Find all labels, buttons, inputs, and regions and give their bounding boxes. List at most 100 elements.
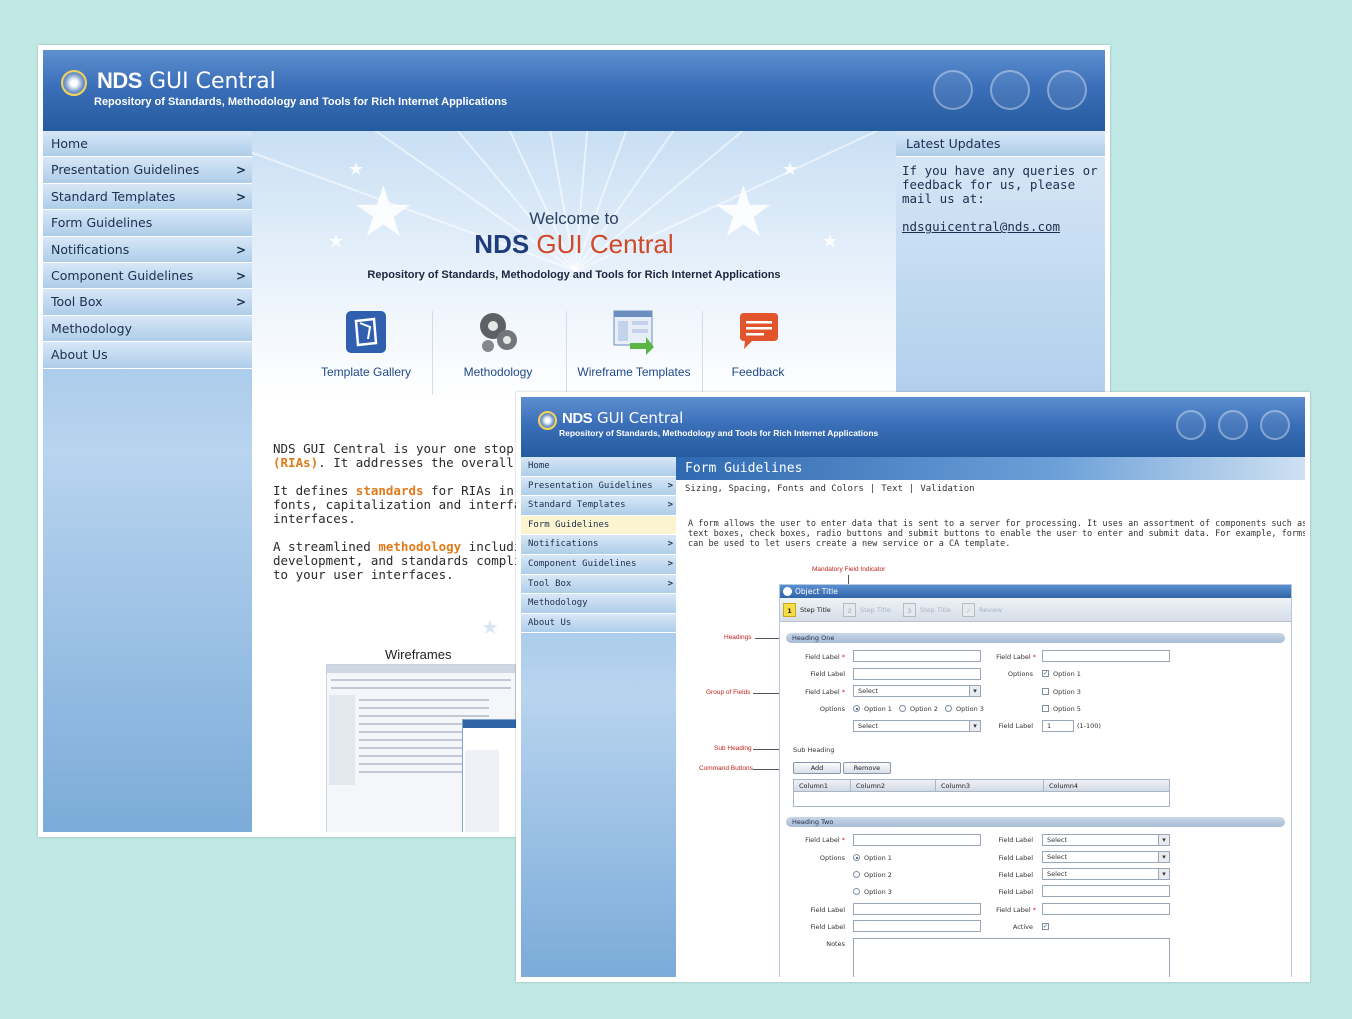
- sidebar-item-tool-box[interactable]: Tool Box >: [521, 574, 676, 595]
- chevron-right-icon: >: [667, 539, 673, 550]
- chevron-right-icon: >: [235, 268, 246, 283]
- nds-logo-icon[interactable]: [538, 411, 557, 430]
- sidebar-item-label: Home: [528, 461, 550, 471]
- subnav-text-link[interactable]: Text: [881, 484, 903, 494]
- text-field[interactable]: [853, 903, 981, 915]
- sidebar-item-presentation-guidelines[interactable]: Presentation Guidelines >: [521, 476, 676, 497]
- wireframe-thumbnail[interactable]: [326, 664, 522, 832]
- quantity-stepper[interactable]: 1: [1042, 720, 1074, 732]
- radio-option-2[interactable]: [899, 705, 906, 712]
- sidebar-item-label: Notifications: [528, 539, 599, 550]
- subnav-sizing-link[interactable]: Sizing, Spacing, Fonts and Colors: [685, 484, 864, 494]
- methodology-link[interactable]: methodology: [378, 539, 461, 554]
- radio-option-3[interactable]: [853, 888, 860, 895]
- speech-bubble-icon: [740, 313, 778, 349]
- text-field[interactable]: [853, 650, 981, 662]
- chevron-right-icon: >: [235, 189, 246, 204]
- remove-button[interactable]: Remove: [843, 762, 891, 774]
- add-button[interactable]: Add: [793, 762, 841, 774]
- select-dropdown[interactable]: Select: [1042, 868, 1170, 880]
- object-title: Object Title: [795, 587, 838, 596]
- form-guidelines-screenshot: NDS GUI Central Repository of Standards,…: [516, 392, 1310, 982]
- text: Field Label: [805, 653, 840, 661]
- sidebar-item-about-us[interactable]: About Us: [521, 613, 676, 634]
- subnav-validation-link[interactable]: Validation: [920, 484, 974, 494]
- column-header[interactable]: Column1: [794, 780, 851, 792]
- form-example: Object Title 1 Step Title 2 Step Title 3 St…: [779, 584, 1292, 977]
- active-label: Active: [1012, 923, 1033, 931]
- site-brand[interactable]: NDS GUI Central: [562, 409, 683, 427]
- radio-option-3[interactable]: [945, 705, 952, 712]
- column-header[interactable]: Column3: [936, 780, 1044, 792]
- sidebar-item-standard-templates[interactable]: Standard Templates >: [521, 496, 676, 516]
- latest-updates-title: Latest Updates: [896, 131, 1105, 157]
- radio-option-1[interactable]: [853, 705, 860, 712]
- banner-tagline: Repository of Standards, Methodology and…: [367, 269, 781, 281]
- tile-label: Methodology: [463, 365, 533, 379]
- banner-brand-strong: NDS: [474, 229, 530, 259]
- wizard-step-3[interactable]: 3 Step Title: [903, 601, 951, 619]
- column-header[interactable]: Column4: [1044, 780, 1169, 792]
- sidebar-item-notifications[interactable]: Notifications >: [521, 535, 676, 555]
- text-field[interactable]: [1042, 903, 1170, 915]
- field-label: Field Label *: [966, 653, 1036, 661]
- sidebar-item-component-guidelines[interactable]: Component Guidelines >: [43, 262, 252, 290]
- text: development, and standards compliance: [273, 553, 552, 568]
- sidebar-item-label: Standard Templates: [51, 188, 176, 204]
- person-icon: [1218, 410, 1248, 440]
- field-label: Field Label: [998, 854, 1033, 862]
- sidebar-item-methodology[interactable]: Methodology: [521, 594, 676, 614]
- select-dropdown[interactable]: Select: [1042, 834, 1170, 846]
- arrow-circle-icon: [783, 587, 792, 596]
- sidebar-item-form-guidelines[interactable]: Form Guidelines: [521, 515, 676, 536]
- star-icon: ★: [348, 159, 365, 180]
- required-indicator: *: [1032, 653, 1036, 661]
- sidebar-item-form-guidelines[interactable]: Form Guidelines: [43, 210, 252, 237]
- active-checkbox[interactable]: ✓: [1042, 923, 1049, 930]
- sidebar-item-notifications[interactable]: Notifications >: [43, 236, 252, 263]
- site-brand[interactable]: NDS GUI Central: [97, 68, 276, 94]
- options-label: Options: [819, 705, 845, 713]
- text-field[interactable]: [853, 834, 981, 846]
- select-dropdown[interactable]: Select: [853, 720, 981, 732]
- text: Field Label: [805, 688, 840, 696]
- radio-option-2[interactable]: [853, 871, 860, 878]
- sidebar-item-standard-templates[interactable]: Standard Templates >: [43, 183, 252, 211]
- checkbox-option-5[interactable]: [1042, 705, 1049, 712]
- sidebar-item-home[interactable]: Home: [43, 131, 252, 158]
- notes-textarea[interactable]: [853, 938, 1170, 977]
- step-label: Step Title: [860, 606, 891, 614]
- field-label: Field Label *: [775, 836, 845, 844]
- select-dropdown[interactable]: Select: [853, 685, 981, 697]
- select-dropdown[interactable]: Select: [1042, 851, 1170, 863]
- column-header[interactable]: Column2: [851, 780, 936, 792]
- text: Field Label: [996, 906, 1031, 914]
- text-field[interactable]: [853, 668, 981, 680]
- step-label: Step Title: [920, 606, 951, 614]
- sidebar-item-home[interactable]: Home: [521, 457, 676, 477]
- checkbox-option-3[interactable]: [1042, 688, 1049, 695]
- options-label: Options: [1007, 670, 1033, 678]
- wizard-step-1[interactable]: 1 Step Title: [783, 601, 831, 619]
- tile-label: Feedback: [731, 365, 785, 379]
- text: A streamlined: [273, 539, 379, 554]
- nds-logo-icon[interactable]: [61, 70, 87, 96]
- wizard-step-2[interactable]: 2 Step Title: [843, 601, 891, 619]
- sidebar-item-methodology[interactable]: Methodology: [43, 315, 252, 343]
- wireframe-icon: [613, 310, 654, 355]
- text-field[interactable]: [853, 920, 981, 932]
- sidebar-item-tool-box[interactable]: Tool Box >: [43, 289, 252, 316]
- standards-link[interactable]: standards: [356, 483, 424, 498]
- sidebar-item-label: Tool Box: [528, 578, 572, 589]
- feedback-email-link[interactable]: ndsguicentral@nds.com: [902, 220, 1099, 234]
- text-field[interactable]: [1042, 885, 1170, 897]
- sidebar-item-label: Form Guidelines: [51, 215, 153, 231]
- radio-option-1[interactable]: [853, 854, 860, 861]
- sidebar-item-about-us[interactable]: About Us: [43, 342, 252, 369]
- sidebar-item-component-guidelines[interactable]: Component Guidelines >: [521, 554, 676, 575]
- wizard-step-review[interactable]: ✓ Review: [962, 601, 1002, 619]
- text-field[interactable]: [1042, 650, 1170, 662]
- sidebar-item-presentation-guidelines[interactable]: Presentation Guidelines >: [43, 157, 252, 184]
- welcome-banner: ★ ★ ★ ★ ★ ★ Welcome to NDS GUI Central R…: [252, 131, 896, 399]
- checkbox-option-1[interactable]: ✓: [1042, 670, 1049, 677]
